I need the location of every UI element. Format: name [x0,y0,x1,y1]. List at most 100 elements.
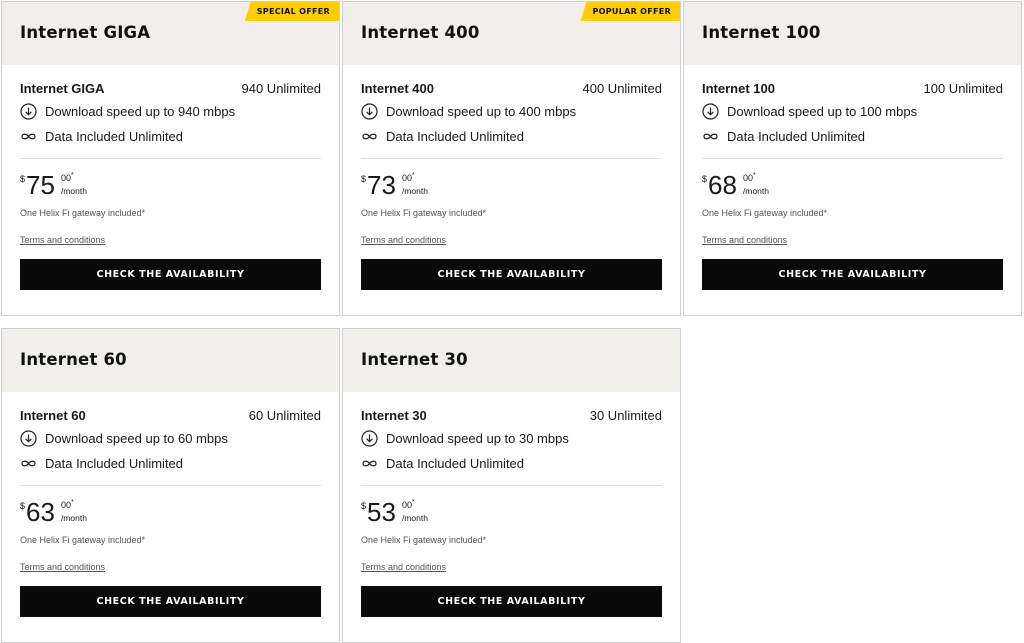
plan-card-header: Internet 400 POPULAR OFFER [343,2,680,65]
plan-card-header: Internet 100 [684,2,1021,65]
gateway-note: One Helix Fi gateway included* [361,208,487,218]
price: $ 75 00* /month [20,170,87,200]
gateway-note: One Helix Fi gateway included* [20,208,146,218]
price-asterisk: * [752,172,756,179]
price-cents: 00* [61,499,87,510]
check-availability-button[interactable]: CHECK THE AVAILABILITY [20,586,321,617]
plan-code: 400 Unlimited [582,81,663,96]
price-cents: 00* [402,499,428,510]
download-arrow-icon [20,430,37,447]
price-dollars: 63 [26,497,55,527]
terms-link[interactable]: Terms and conditions [20,235,105,245]
infinity-icon [20,128,37,145]
plan-title: Internet 30 [361,350,468,369]
download-speed-feature: Download speed up to 60 mbps [20,430,321,447]
price: $ 73 00* /month [361,170,428,200]
price-cents-value: 00 [60,173,71,183]
price-asterisk: * [411,172,415,179]
price-dollars: 53 [367,497,396,527]
infinity-icon [361,128,378,145]
data-included-feature: Data Included Unlimited [361,128,662,145]
download-speed-feature: Download speed up to 100 mbps [702,103,1003,120]
terms-link[interactable]: Terms and conditions [20,562,105,572]
plan-card-2: Internet 400 POPULAR OFFER Internet 400 … [342,1,681,316]
data-included-text: Data Included Unlimited [727,129,866,144]
infinity-icon [702,128,719,145]
price-dollars: 73 [367,170,396,200]
price-period: /month [401,186,428,196]
plan-summary-row: Internet GIGA 940 Unlimited [20,81,321,96]
download-speed-text: Download speed up to 60 mbps [45,431,228,446]
divider [20,485,321,486]
price: $ 53 00* /month [361,497,428,527]
plan-card-5: Internet 30 Internet 30 30 Unlimited Dow… [342,328,681,643]
plan-card-1: Internet GIGA SPECIAL OFFER Internet GIG… [1,1,340,316]
plan-name: Internet 30 [361,408,427,423]
plan-title: Internet GIGA [20,23,151,42]
price-currency: $ [361,174,367,184]
price-cents-value: 00 [401,173,412,183]
plan-title: Internet 100 [702,23,821,42]
download-speed-text: Download speed up to 100 mbps [727,104,918,119]
data-included-feature: Data Included Unlimited [361,455,662,472]
infinity-icon [361,455,378,472]
price-currency: $ [20,501,26,511]
price-currency: $ [361,501,367,511]
price-cents: 00* [402,172,428,183]
price-cents: 00* [61,172,87,183]
download-arrow-icon [20,103,37,120]
divider [361,485,662,486]
price: $ 63 00* /month [20,497,87,527]
download-speed-text: Download speed up to 30 mbps [386,431,569,446]
data-included-feature: Data Included Unlimited [20,455,321,472]
price-cents-wrap: 00* /month [402,499,428,523]
offer-badge: POPULAR OFFER [580,2,680,21]
price-cents-value: 00 [60,500,71,510]
price-period: /month [60,186,87,196]
plan-card-3: Internet 100 Internet 100 100 Unlimited … [683,1,1022,316]
check-availability-button[interactable]: CHECK THE AVAILABILITY [702,259,1003,290]
check-availability-button[interactable]: CHECK THE AVAILABILITY [361,586,662,617]
download-arrow-icon [702,103,719,120]
data-included-feature: Data Included Unlimited [20,128,321,145]
download-arrow-icon [361,430,378,447]
plan-code: 940 Unlimited [241,81,322,96]
data-included-text: Data Included Unlimited [45,456,184,471]
plan-title: Internet 400 [361,23,480,42]
price-cents-wrap: 00* /month [402,172,428,196]
plan-card-header: Internet GIGA SPECIAL OFFER [2,2,339,65]
check-availability-button[interactable]: CHECK THE AVAILABILITY [361,259,662,290]
price-cents-value: 00 [401,500,412,510]
price-currency: $ [702,174,708,184]
price-dollars: 68 [708,170,737,200]
gateway-note: One Helix Fi gateway included* [20,535,146,545]
data-included-text: Data Included Unlimited [386,129,525,144]
price-cents: 00* [743,172,769,183]
download-speed-feature: Download speed up to 30 mbps [361,430,662,447]
download-speed-feature: Download speed up to 940 mbps [20,103,321,120]
divider [702,158,1003,159]
terms-link[interactable]: Terms and conditions [361,235,446,245]
divider [20,158,321,159]
download-arrow-icon [361,103,378,120]
price-cents-wrap: 00* /month [61,499,87,523]
plan-summary-row: Internet 30 30 Unlimited [361,408,662,423]
download-speed-text: Download speed up to 940 mbps [45,104,236,119]
download-speed-text: Download speed up to 400 mbps [386,104,577,119]
gateway-note: One Helix Fi gateway included* [361,535,487,545]
terms-link[interactable]: Terms and conditions [702,235,787,245]
plan-name: Internet 400 [361,81,434,96]
plan-summary-row: Internet 60 60 Unlimited [20,408,321,423]
download-speed-feature: Download speed up to 400 mbps [361,103,662,120]
infinity-icon [20,455,37,472]
price: $ 68 00* /month [702,170,769,200]
terms-link[interactable]: Terms and conditions [361,562,446,572]
price-cents-value: 00 [742,173,753,183]
gateway-note: One Helix Fi gateway included* [702,208,828,218]
plan-card-header: Internet 30 [343,329,680,392]
check-availability-button[interactable]: CHECK THE AVAILABILITY [20,259,321,290]
price-currency: $ [20,174,26,184]
plan-code: 100 Unlimited [923,81,1004,96]
plan-code: 60 Unlimited [248,408,321,423]
offer-badge: SPECIAL OFFER [244,2,339,21]
